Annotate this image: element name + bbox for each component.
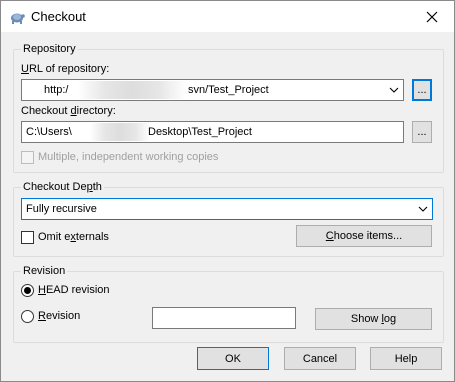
radio-selected-dot [24,287,31,294]
title-bar: Checkout [1,1,454,32]
checkout-depth-label: Checkout Depth [21,181,104,193]
checkout-dir-prefix: C:\Users\ [26,126,72,138]
close-icon [426,11,438,22]
omit-externals-label: Omit externals [38,231,109,243]
url-combobox[interactable]: http:/ svn/Test_Project [21,79,404,101]
tortoise-svn-icon [11,13,25,24]
depth-selected: Fully recursive [26,203,97,215]
revision-input[interactable] [152,307,296,329]
checkout-dir-field[interactable]: C:\Users\ Desktop\Test_Project [21,121,404,143]
checkout-dir-suffix: Desktop\Test_Project [148,126,252,138]
url-prefix: http:/ [44,84,69,96]
url-label: URL of repository: [21,63,110,75]
browse-dir-button[interactable]: ... [412,121,432,143]
redacted-region [78,81,186,99]
window-title: Checkout [31,9,86,24]
ok-button[interactable]: OK [197,347,269,370]
multiple-wc-label: Multiple, independent working copies [38,151,219,163]
show-log-button[interactable]: Show log [315,308,432,330]
repository-group-label: Repository [21,43,78,55]
depth-combobox[interactable]: Fully recursive [21,198,433,220]
redacted-region [90,123,150,141]
browse-url-button[interactable]: ... [412,79,432,101]
chevron-down-icon [389,87,399,93]
url-label-text: RL of repository: [28,63,110,75]
revision-radio[interactable] [21,310,34,323]
chevron-down-icon [418,206,428,212]
head-revision-label: HEAD revision [38,284,110,296]
choose-items-button[interactable]: Choose items... [296,225,432,247]
checkout-dialog: Checkout Repository URL of repository: h… [0,0,455,382]
head-revision-radio[interactable] [21,284,34,297]
cancel-button[interactable]: Cancel [284,347,356,370]
revision-group-label: Revision [21,265,68,277]
help-button[interactable]: Help [370,347,442,370]
url-suffix: svn/Test_Project [188,84,269,96]
multiple-wc-checkbox[interactable] [21,151,34,164]
checkout-dir-label: Checkout directory: [21,105,116,117]
close-button[interactable] [410,1,454,32]
revision-label: Revision [38,310,81,322]
omit-externals-checkbox[interactable] [21,231,34,244]
